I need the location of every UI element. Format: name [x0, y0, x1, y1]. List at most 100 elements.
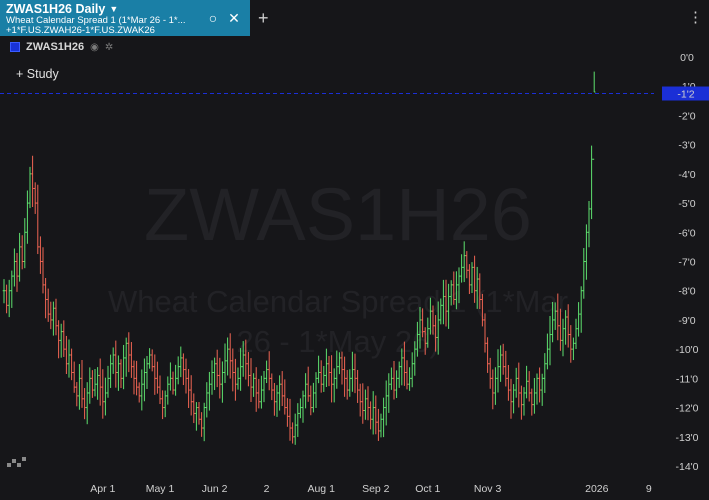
- ohlc-bar: [522, 387, 526, 416]
- y-tick-label: -2'0: [678, 110, 695, 122]
- add-tab-icon[interactable]: +: [258, 8, 269, 29]
- ohlc-bar: [527, 371, 531, 402]
- chevron-down-icon[interactable]: ▼: [109, 2, 118, 16]
- ohlc-bar: [96, 367, 99, 400]
- ohlc-bar: [483, 313, 487, 353]
- ohlc-bar: [137, 382, 141, 403]
- ohlc-bar: [507, 364, 510, 401]
- ohlc-bar: [143, 358, 146, 402]
- ohlc-bar: [390, 367, 393, 390]
- series-color-swatch[interactable]: [10, 42, 20, 52]
- y-tick-label: -13'0: [675, 432, 698, 444]
- ohlc-bar: [592, 71, 596, 160]
- ohlc-bar: [189, 375, 193, 416]
- tab-bar: ZWAS1H26 Daily ▼ Wheat Calendar Spread 1…: [0, 0, 709, 36]
- ohlc-bar: [2, 279, 6, 304]
- x-tick-label: 2: [264, 483, 270, 495]
- ohlc-bar: [234, 358, 237, 401]
- ohlc-bar: [176, 356, 180, 385]
- ohlc-bar: [127, 332, 131, 373]
- ohlc-bar: [208, 371, 211, 411]
- ohlc-bar: [348, 369, 352, 397]
- ohlc-bar: [140, 369, 144, 411]
- ohlc-bar: [330, 355, 333, 403]
- circle-icon[interactable]: ○: [205, 10, 221, 26]
- ohlc-bar: [260, 375, 263, 409]
- ohlc-bar: [72, 361, 76, 393]
- ohlc-bar: [197, 401, 201, 425]
- ohlc-bar: [572, 337, 575, 361]
- ohlc-bar: [361, 383, 365, 424]
- ohlc-bar: [590, 145, 593, 220]
- price-axis[interactable]: 0'0-1'0-2'0-3'0-4'0-5'0-6'0-7'0-8'0-9'0-…: [675, 52, 698, 473]
- ohlc-bar: [98, 358, 102, 406]
- ohlc-bar: [65, 335, 68, 375]
- ohlc-bar: [130, 342, 133, 378]
- last-price-label: -1'2: [677, 89, 694, 101]
- ohlc-bar: [345, 369, 349, 400]
- ohlc-bar: [13, 248, 16, 287]
- ohlc-bar: [106, 365, 110, 398]
- ohlc-bar: [280, 371, 284, 407]
- study-button-label: Study: [26, 67, 59, 81]
- ohlc-bar: [405, 360, 409, 390]
- ohlc-bar: [78, 364, 81, 410]
- y-tick-label: -3'0: [678, 140, 695, 152]
- price-chart[interactable]: ZWAS1H26 Wheat Calendar Spread 1 (1*Mar …: [0, 0, 709, 500]
- ohlc-bar: [254, 367, 258, 412]
- series-symbol: ZWAS1H26: [26, 41, 85, 53]
- ohlc-bar: [382, 397, 385, 438]
- ohlc-bar: [252, 373, 255, 397]
- y-tick-label: 0'0: [680, 52, 694, 64]
- ohlc-bar: [283, 379, 287, 415]
- add-study-button[interactable]: + Study: [16, 67, 59, 81]
- watermark-symbol: ZWAS1H26: [144, 173, 532, 256]
- x-tick-label: May 1: [146, 483, 175, 495]
- more-options-icon[interactable]: ⋮: [688, 10, 703, 26]
- ohlc-bar: [132, 360, 136, 395]
- ohlc-bar: [215, 349, 219, 388]
- ohlc-bar: [83, 388, 86, 420]
- ohlc-bar: [514, 367, 518, 398]
- x-tick-label: Apr 1: [90, 483, 115, 495]
- ohlc-bar: [148, 348, 151, 369]
- chart-tab[interactable]: ZWAS1H26 Daily ▼ Wheat Calendar Spread 1…: [0, 0, 250, 36]
- ohlc-bar: [57, 320, 60, 359]
- ohlc-bar: [517, 362, 521, 408]
- ohlc-bar: [54, 298, 58, 336]
- ohlc-bar: [358, 383, 362, 417]
- ohlc-bar: [200, 412, 203, 437]
- ohlc-bar: [153, 354, 157, 395]
- ohlc-bar: [67, 339, 71, 378]
- ohlc-bar: [322, 366, 326, 392]
- time-axis[interactable]: Apr 1 May 1 Jun 2 2 Aug 1 Sep 2 Oct 1 Nov 3 2026…: [90, 483, 652, 495]
- y-tick-label: -10'0: [675, 344, 698, 356]
- last-price-marker: -1'2: [662, 86, 709, 101]
- close-icon[interactable]: ✕: [226, 10, 242, 26]
- ohlc-bar: [117, 355, 120, 391]
- ohlc-bar: [275, 385, 279, 417]
- ohlc-bar: [262, 371, 266, 403]
- ohlc-bar: [15, 252, 19, 292]
- ohlc-bar: [561, 318, 565, 357]
- ohlc-bar: [525, 365, 528, 399]
- ohlc-bar: [379, 413, 383, 438]
- eye-icon[interactable]: ◉: [90, 42, 99, 53]
- tab-subtitle-line2: +1*F.US.ZWAH26-1*F.US.ZWAK26: [6, 25, 155, 36]
- series-legend[interactable]: ZWAS1H26 ◉ ✲: [10, 41, 113, 53]
- ohlc-bar: [327, 356, 331, 387]
- gear-icon[interactable]: ✲: [105, 42, 113, 53]
- ohlc-bar: [41, 247, 45, 294]
- ohlc-bar: [85, 382, 89, 425]
- y-tick-label: -11'0: [676, 373, 698, 385]
- y-tick-label: -4'0: [678, 169, 695, 181]
- ohlc-bar: [10, 270, 14, 308]
- y-tick-label: -7'0: [678, 257, 695, 269]
- ohlc-bar: [33, 182, 37, 214]
- tab-title: ZWAS1H26 Daily: [6, 2, 106, 16]
- ohlc-bar: [49, 301, 53, 330]
- ohlc-bar: [488, 357, 492, 389]
- ohlc-bar: [582, 248, 586, 299]
- ohlc-bar: [171, 371, 175, 395]
- ohlc-bar: [291, 422, 294, 444]
